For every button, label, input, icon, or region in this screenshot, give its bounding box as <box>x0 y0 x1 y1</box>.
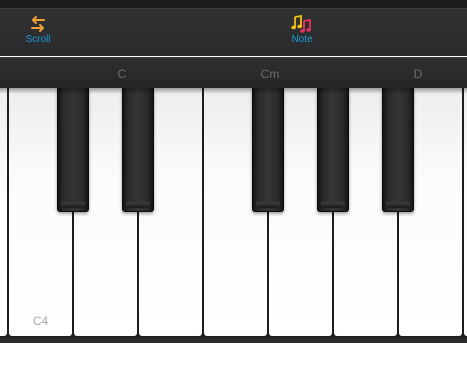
swap-arrows-icon <box>8 15 68 33</box>
chord-bar: C Cm D <box>0 57 467 88</box>
bottom-area <box>0 343 467 367</box>
black-key[interactable] <box>317 88 349 212</box>
note-button[interactable]: Note <box>272 14 332 51</box>
piano-app: Scroll Note C Cm D C4 <box>0 0 467 367</box>
chord-label-cm[interactable]: Cm <box>261 67 280 81</box>
black-key[interactable] <box>57 88 89 212</box>
chord-label-c[interactable]: C <box>118 67 127 81</box>
top-edge <box>0 0 467 8</box>
toolbar: Scroll Note <box>0 8 467 56</box>
scroll-label: Scroll <box>25 34 51 45</box>
black-key[interactable] <box>122 88 154 212</box>
piano-keyboard: C4 <box>0 88 467 338</box>
music-notes-icon <box>272 14 332 33</box>
black-key[interactable] <box>252 88 284 212</box>
black-key[interactable] <box>382 88 414 212</box>
chord-label-d[interactable]: D <box>414 67 423 81</box>
white-key-label: C4 <box>32 314 49 328</box>
note-label: Note <box>291 34 313 45</box>
white-key[interactable] <box>0 88 7 336</box>
scroll-button[interactable]: Scroll <box>8 15 68 51</box>
